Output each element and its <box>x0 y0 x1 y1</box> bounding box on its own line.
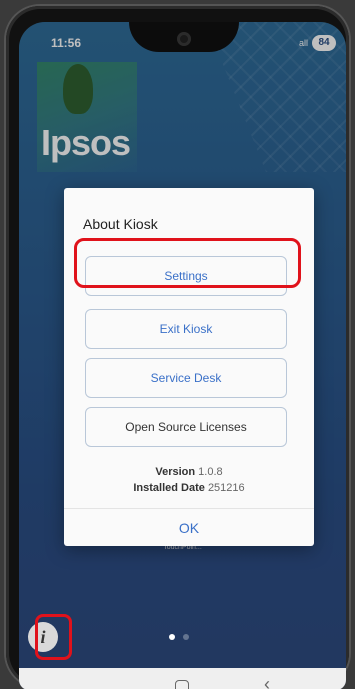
installed-date-label: Installed Date <box>133 482 205 494</box>
page-dot-active <box>169 634 175 640</box>
open-source-licenses-button[interactable]: Open Source Licenses <box>85 407 287 447</box>
exit-kiosk-button[interactable]: Exit Kiosk <box>85 309 287 349</box>
info-highlight <box>35 614 72 660</box>
settings-highlight <box>74 238 301 288</box>
service-desk-button[interactable]: Service Desk <box>85 358 287 398</box>
page-dot-inactive <box>183 634 189 640</box>
back-icon[interactable]: ‹ <box>264 674 270 689</box>
version-info: Version 1.0.8 Installed Date 251216 <box>64 464 314 496</box>
home-icon[interactable] <box>175 680 189 689</box>
dialog-title: About Kiosk <box>83 216 158 232</box>
page-indicator <box>169 634 209 644</box>
installed-date-value: 251216 <box>207 482 245 494</box>
dialog-divider <box>64 508 314 509</box>
navigation-bar: ‹ <box>19 668 346 689</box>
version-value: 1.0.8 <box>198 466 223 478</box>
version-label: Version <box>155 466 196 478</box>
screen: Ipsos 11:56 all 84 TouchPoin... About Ki… <box>19 22 346 689</box>
phone-frame: Ipsos 11:56 all 84 TouchPoin... About Ki… <box>6 6 349 689</box>
ok-button[interactable]: OK <box>64 514 314 542</box>
